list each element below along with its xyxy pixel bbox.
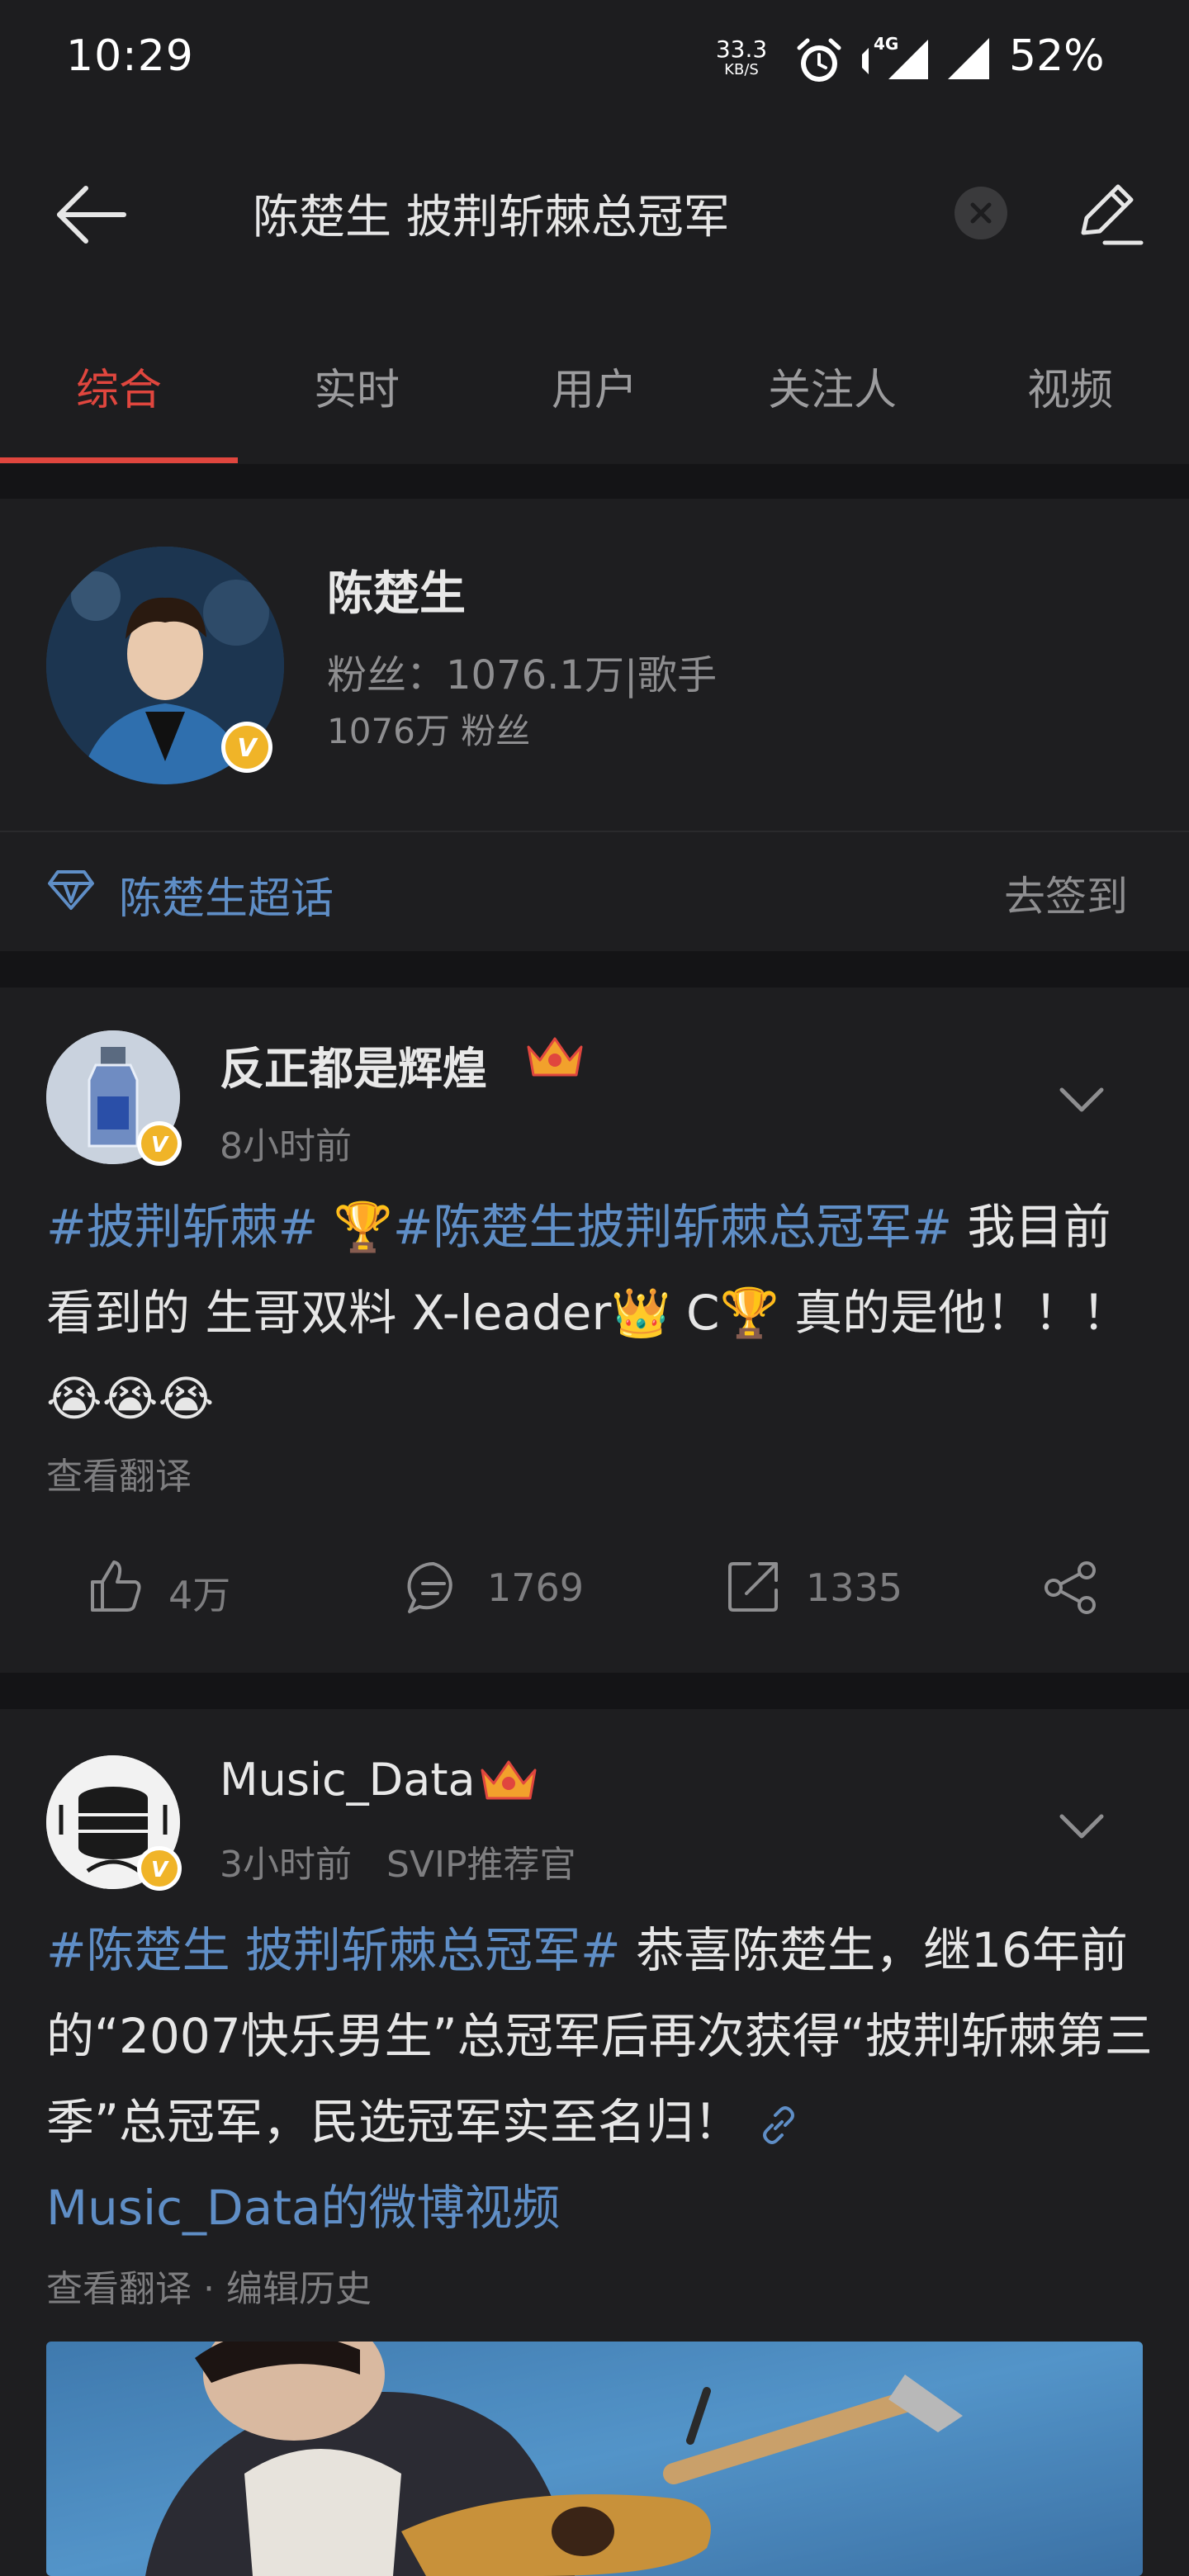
tab-following[interactable]: 关注人 xyxy=(713,355,951,417)
hashtag[interactable]: #陈楚生 披荆斩棘总冠军# xyxy=(46,1922,621,1978)
status-time: 10:29 xyxy=(66,31,194,81)
post-author[interactable]: 反正都是辉煌 xyxy=(220,1032,487,1097)
comment-count[interactable]: 1769 xyxy=(487,1565,584,1610)
verified-badge-icon: V xyxy=(221,722,272,773)
tab-users[interactable]: 用户 xyxy=(476,355,713,417)
post-text[interactable]: #陈楚生 披荆斩棘总冠军# 恭喜陈楚生，继16年前的“2007快乐男生”总冠军后… xyxy=(46,1907,1153,2251)
back-arrow-icon[interactable] xyxy=(54,183,129,246)
video-thumbnail[interactable] xyxy=(46,2342,1143,2576)
repost-count[interactable]: 1335 xyxy=(806,1565,902,1610)
trophy-emoji: 🏆 xyxy=(719,1285,779,1341)
video-thumbnail-image xyxy=(46,2342,1143,2576)
profile-name[interactable]: 陈楚生 xyxy=(327,556,466,623)
verified-badge-icon: V xyxy=(137,1121,182,1166)
chevron-down-icon[interactable] xyxy=(1057,1810,1106,1843)
like-count[interactable]: 4万 xyxy=(168,1565,230,1620)
supertopic-link[interactable]: 陈楚生超话 xyxy=(119,864,334,926)
verified-badge-letter: V xyxy=(151,1858,169,1882)
profile-fans-count: 1076万 粉丝 xyxy=(327,711,531,751)
hashtag[interactable]: #披荆斩棘# xyxy=(46,1199,318,1255)
network-speed-unit: KB/S xyxy=(724,61,759,78)
network-speed: 33.3 KB/S xyxy=(713,38,770,78)
like-icon[interactable] xyxy=(86,1557,144,1615)
share-icon[interactable] xyxy=(1042,1559,1100,1617)
link-icon xyxy=(762,2105,794,2144)
mobile-data-icon: 4G xyxy=(862,34,928,79)
post-role: SVIP推荐官 xyxy=(386,1844,576,1886)
network-type-label: 4G xyxy=(874,34,898,54)
diamond-icon xyxy=(48,870,94,910)
crown-icon xyxy=(527,1037,583,1077)
crown-icon xyxy=(481,1760,537,1800)
profile-fans-description: 粉丝：1076.1万|歌手 xyxy=(327,652,718,698)
trophy-emoji: 🏆 xyxy=(333,1199,393,1255)
comment-icon[interactable] xyxy=(405,1559,462,1617)
divider xyxy=(0,831,1189,832)
tab-realtime[interactable]: 实时 xyxy=(238,355,476,417)
tab-video[interactable]: 视频 xyxy=(951,355,1189,417)
video-link[interactable]: Music_Data的微博视频 xyxy=(46,2180,561,2236)
close-icon xyxy=(970,202,992,224)
post-body: C xyxy=(670,1285,720,1341)
post-body: 真的是他！！！ xyxy=(779,1285,1130,1341)
tab-comprehensive[interactable]: 综合 xyxy=(0,355,238,417)
battery-percent: 52% xyxy=(1009,31,1105,81)
post-author[interactable]: Music_Data xyxy=(220,1754,476,1806)
search-input[interactable]: 陈楚生 披荆斩棘总冠军 xyxy=(253,180,730,247)
clear-search-button[interactable] xyxy=(955,187,1007,239)
network-speed-value: 33.3 xyxy=(715,36,768,63)
crown-emoji: 👑 xyxy=(611,1285,671,1341)
verified-badge-icon: V xyxy=(137,1846,182,1891)
post-time: 8小时前 xyxy=(220,1125,352,1167)
signal-icon xyxy=(948,38,989,79)
edit-pencil-icon[interactable] xyxy=(1072,177,1144,249)
active-tab-indicator xyxy=(0,457,238,463)
crying-emoji: 😭😭😭 xyxy=(46,1371,215,1427)
translate-link[interactable]: 查看翻译 xyxy=(46,1447,192,1499)
post-time: 3小时前 xyxy=(220,1844,352,1886)
post-meta: 3小时前 SVIP推荐官 xyxy=(220,1835,576,1887)
verified-badge-letter: V xyxy=(151,1133,169,1158)
alarm-icon xyxy=(797,38,841,82)
verified-badge-letter: V xyxy=(237,734,258,763)
hashtag[interactable]: #陈楚生披荆斩棘总冠军# xyxy=(393,1199,952,1255)
repost-icon[interactable] xyxy=(725,1557,783,1615)
post-text[interactable]: #披荆斩棘# 🏆#陈楚生披荆斩棘总冠军# 我目前看到的 生哥双料 X-leade… xyxy=(46,1184,1153,1442)
checkin-button[interactable]: 去签到 xyxy=(1004,864,1128,923)
chevron-down-icon[interactable] xyxy=(1057,1083,1106,1116)
translate-edit-history-links[interactable]: 查看翻译 · 编辑历史 xyxy=(46,2259,372,2312)
